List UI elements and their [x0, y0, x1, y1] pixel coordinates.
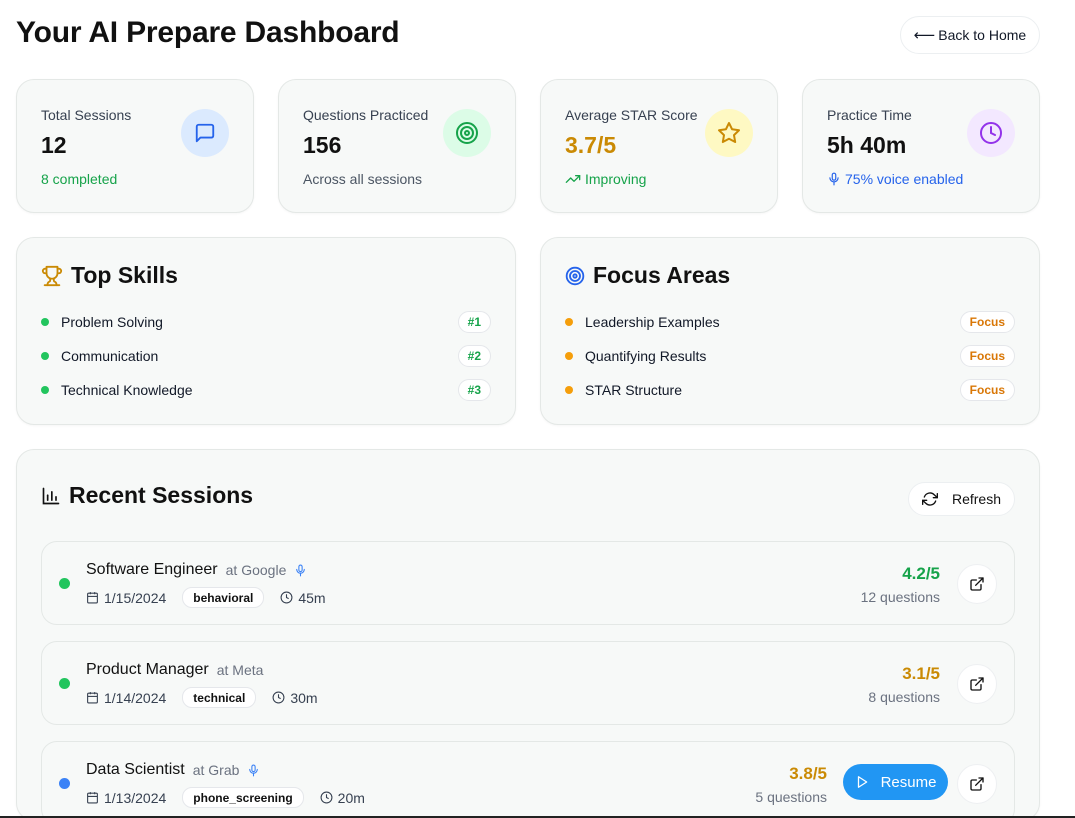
recent-sessions-title: Recent Sessions: [41, 482, 253, 509]
session-question-count: 12 questions: [860, 589, 940, 605]
list-item: Communication #2: [41, 344, 491, 368]
external-link-icon: [970, 777, 984, 791]
session-type-tag: behavioral: [182, 587, 265, 608]
stat-card-practice-time: Practice Time 5h 40m 75% voice enabled: [802, 79, 1040, 213]
external-link-icon: [970, 677, 984, 691]
session-type-tag: phone_screening: [182, 787, 304, 808]
bar-chart-icon: [42, 487, 60, 504]
list-item: Problem Solving #1: [41, 310, 491, 334]
stat-sub: 75% voice enabled: [827, 171, 963, 187]
session-meta: 1/15/2024 behavioral 45m: [86, 587, 326, 608]
session-card[interactable]: Software Engineer at Google 1/15/2024 be…: [41, 541, 1015, 625]
back-to-home-label: Back to Home: [938, 27, 1027, 43]
trophy-icon: [41, 265, 63, 286]
recent-sessions-panel: Recent Sessions Refresh Software Enginee…: [16, 449, 1040, 818]
session-title: Product Manager at Meta: [86, 661, 264, 678]
mic-icon: [829, 172, 839, 186]
calendar-icon: [87, 592, 98, 604]
play-icon: [857, 776, 867, 788]
focus-areas-panel: Focus Areas Leadership Examples Focus Qu…: [540, 237, 1040, 425]
top-skills-title: Top Skills: [41, 262, 178, 289]
refresh-button[interactable]: Refresh: [908, 482, 1015, 516]
session-score: 4.2/5: [902, 564, 940, 583]
rank-badge: #2: [457, 345, 491, 367]
list-item: Technical Knowledge #3: [41, 378, 491, 402]
status-dot: [59, 778, 70, 789]
session-title: Software Engineer at Google: [86, 561, 307, 579]
stat-value: 156: [303, 132, 342, 158]
stat-card-average-star-score: Average STAR Score 3.7/5 Improving: [540, 79, 778, 213]
stat-value: 5h 40m: [827, 132, 907, 158]
session-card[interactable]: Product Manager at Meta 1/14/2024 techni…: [41, 641, 1015, 725]
session-meta: 1/13/2024 phone_screening 20m: [86, 787, 365, 808]
status-dot: [59, 578, 70, 589]
stat-label: Average STAR Score: [565, 107, 698, 123]
stat-sub: Improving: [565, 171, 646, 187]
session-type-tag: technical: [182, 687, 257, 708]
mic-icon: [296, 564, 306, 576]
session-score: 3.1/5: [902, 664, 940, 683]
focus-badge: Focus: [959, 379, 1015, 401]
session-title: Data Scientist at Grab: [86, 761, 260, 779]
target-icon: [565, 266, 585, 285]
clock-icon: [320, 791, 333, 804]
open-session-button[interactable]: [957, 564, 997, 604]
focus-badge: Focus: [959, 345, 1015, 367]
calendar-icon: [87, 692, 98, 704]
stat-value: 3.7/5: [565, 132, 617, 158]
rank-badge: #3: [457, 379, 491, 401]
rank-badge: #1: [457, 311, 491, 333]
top-skills-panel: Top Skills Problem Solving #1 Communicat…: [16, 237, 516, 425]
stat-label: Total Sessions: [41, 107, 132, 123]
mic-icon: [249, 764, 259, 776]
stat-label: Questions Practiced: [303, 107, 429, 123]
stat-label: Practice Time: [827, 107, 912, 123]
stat-value: 12: [41, 132, 67, 158]
open-session-button[interactable]: [957, 664, 997, 704]
target-icon: [443, 109, 491, 157]
session-question-count: 5 questions: [755, 789, 827, 805]
arrow-left-icon: ⟵: [913, 26, 936, 44]
focus-areas-title: Focus Areas: [565, 262, 730, 289]
external-link-icon: [970, 577, 984, 591]
resume-button[interactable]: Resume: [843, 764, 948, 800]
clock-icon: [272, 691, 285, 704]
stat-card-total-sessions: Total Sessions 12 8 completed: [16, 79, 254, 213]
star-icon: [705, 109, 753, 157]
stat-sub: Across all sessions: [303, 171, 423, 187]
status-dot: [59, 678, 70, 689]
clock-icon: [967, 109, 1015, 157]
focus-badge: Focus: [959, 311, 1015, 333]
list-item: Leadership Examples Focus: [565, 310, 1015, 334]
list-item: STAR Structure Focus: [565, 378, 1015, 402]
refresh-icon: [921, 492, 938, 506]
session-card[interactable]: Data Scientist at Grab 1/13/2024 phone_s…: [41, 741, 1015, 818]
trending-up-icon: [565, 175, 581, 183]
calendar-icon: [87, 792, 98, 804]
stat-sub: 8 completed: [41, 171, 118, 187]
stat-card-questions-practiced: Questions Practiced 156 Across all sessi…: [278, 79, 516, 213]
session-meta: 1/14/2024 technical 30m: [86, 687, 318, 708]
back-to-home-button[interactable]: ⟵ Back to Home: [900, 16, 1040, 54]
message-icon: [181, 109, 229, 157]
clock-icon: [280, 591, 293, 604]
list-item: Quantifying Results Focus: [565, 344, 1015, 368]
session-score: 3.8/5: [789, 764, 827, 783]
page-title: Your AI Prepare Dashboard: [16, 16, 400, 49]
open-session-button[interactable]: [957, 764, 997, 804]
session-question-count: 8 questions: [868, 689, 940, 705]
